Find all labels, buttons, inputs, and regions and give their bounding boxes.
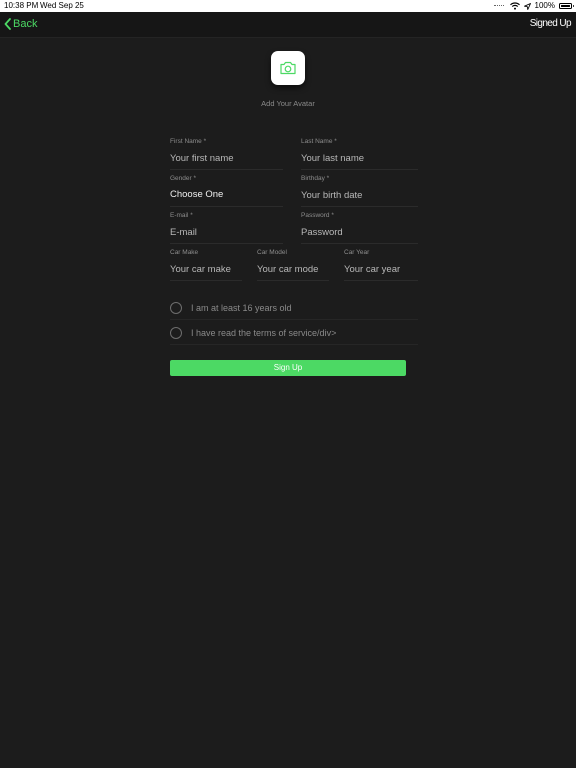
age-confirm-label: I am at least 16 years old [191,303,292,313]
add-avatar-button[interactable] [271,51,305,85]
last-name-field: Last Name * [301,138,418,170]
age-confirm-radio[interactable] [170,302,182,314]
password-label: Password * [301,212,334,219]
car-model-input[interactable] [257,261,329,277]
chevron-left-icon [4,18,11,30]
status-bar: 10:38 PM Wed Sep 25 100% [0,0,576,12]
last-name-input[interactable] [301,150,418,166]
signal-dots-icon [493,4,504,8]
status-date: Wed Sep 25 [40,1,84,10]
battery-percent: 100% [534,1,555,10]
car-make-field: Car Make [170,249,242,281]
location-icon [523,2,531,10]
car-make-label: Car Make [170,249,199,256]
gender-field: Gender * Choose One [170,175,283,207]
age-confirm-row: I am at least 16 years old [170,297,418,320]
car-make-input[interactable] [170,261,242,277]
battery-icon [559,3,574,9]
last-name-label: Last Name * [301,138,337,145]
birthday-field: Birthday * [301,175,418,207]
first-name-label: First Name * [170,138,207,145]
car-year-label: Car Year [344,249,370,256]
car-model-label: Car Model [257,249,287,256]
wifi-icon [509,2,520,10]
terms-confirm-radio[interactable] [170,327,182,339]
status-time: 10:38 PM [4,1,39,10]
first-name-input[interactable] [170,150,283,166]
car-year-field: Car Year [344,249,418,281]
car-model-field: Car Model [257,249,329,281]
password-field: Password * [301,212,418,244]
sign-up-button[interactable]: Sign Up [170,360,406,376]
gender-label: Gender * [170,175,197,182]
email-label: E-mail * [170,212,193,219]
password-input[interactable] [301,224,418,240]
back-label: Back [13,18,38,30]
gender-select[interactable]: Choose One [170,187,223,203]
camera-icon [280,61,296,75]
navigation-bar: Back Signed Up [0,12,576,38]
car-year-input[interactable] [344,261,418,277]
email-field: E-mail * [170,212,283,244]
email-input[interactable] [170,224,283,240]
terms-confirm-label: I have read the terms of service/div> [191,328,337,338]
terms-confirm-row: I have read the terms of service/div> [170,322,418,345]
birthday-input[interactable] [301,187,418,203]
first-name-field: First Name * [170,138,283,170]
page-title: Signed Up [529,18,572,29]
avatar-label: Add Your Avatar [261,99,315,108]
status-indicators: 100% [493,0,574,12]
back-button[interactable]: Back [4,16,37,32]
birthday-label: Birthday * [301,175,330,182]
